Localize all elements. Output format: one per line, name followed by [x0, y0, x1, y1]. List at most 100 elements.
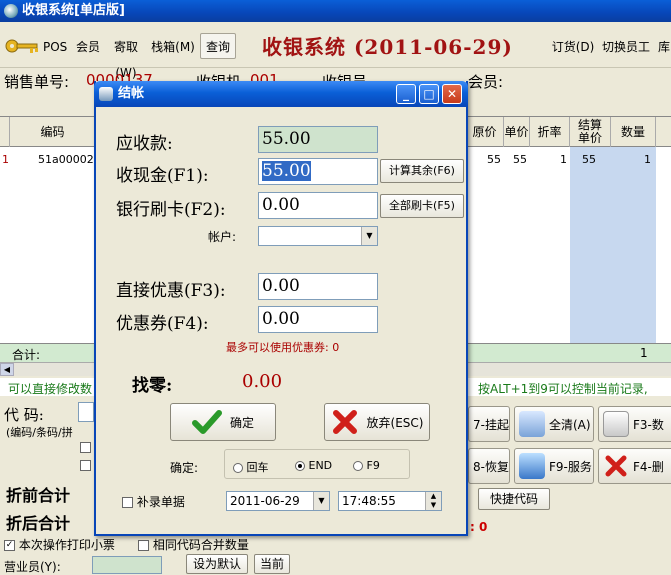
member-button[interactable]: 会员 — [73, 33, 103, 59]
all-card-button[interactable]: 全部刷卡(F5) — [380, 194, 464, 218]
direct-discount-field[interactable]: 0.00 — [258, 273, 378, 300]
radio-f9[interactable] — [353, 461, 363, 471]
member-label: 会员: — [468, 73, 504, 91]
date-value: 2011-06-29 — [230, 494, 300, 508]
clear-icon — [519, 411, 545, 437]
quick-code-button[interactable]: 快捷代码 — [478, 488, 550, 510]
document-icon — [603, 411, 629, 437]
radio-enter[interactable] — [233, 463, 243, 473]
switch-staff-button[interactable]: 切换员工 — [598, 33, 654, 59]
spinner-icon[interactable]: ▲ ▼ — [425, 492, 441, 510]
merge-qty-checkbox[interactable] — [138, 540, 149, 551]
chevron-down-icon[interactable]: ▼ — [361, 227, 377, 245]
option-checkbox-2[interactable] — [80, 460, 91, 471]
scroll-left-icon[interactable]: ◀ — [0, 363, 14, 376]
selected-column-settle — [570, 147, 611, 347]
option-checkbox-1[interactable] — [80, 442, 91, 453]
cell-settle-price[interactable]: 55 — [570, 153, 611, 169]
print-receipt-label: 本次操作打印小票 — [18, 538, 115, 552]
time-spinner[interactable]: 17:48:55 ▲ ▼ — [338, 491, 442, 511]
red-zero-value: : 0 — [470, 520, 488, 534]
pos-button[interactable]: POS — [42, 33, 68, 59]
print-receipt-checkbox[interactable]: ✓ — [4, 540, 15, 551]
main-title-bar: 收银系统[单店版] — [0, 0, 671, 22]
hang-button[interactable]: 7-挂起 — [468, 406, 510, 442]
print-receipt-option[interactable]: ✓ 本次操作打印小票 — [4, 536, 115, 553]
dialog-title: 结帐 — [118, 86, 145, 101]
toolbar: POS 会员 寄取(W) 栈箱(M) 查询 收银系统 (2011-06-29) … — [0, 22, 671, 80]
backfill-label: 补录单据 — [136, 495, 185, 509]
selected-column-quantity — [611, 147, 656, 347]
merge-qty-option[interactable]: 相同代码合并数量 — [138, 536, 249, 553]
minimize-icon[interactable]: _ — [396, 84, 416, 104]
cash-label: 收现金(F1): — [116, 166, 209, 186]
stock-button[interactable]: 库存 — [654, 33, 671, 59]
backfill-checkbox[interactable] — [122, 497, 133, 508]
maximize-icon[interactable]: □ — [419, 84, 439, 104]
receivable-field: 55.00 — [258, 126, 378, 153]
page-title: 收银系统 (2011-06-29) — [262, 35, 513, 59]
cancel-button[interactable]: 放弃(ESC) — [324, 403, 430, 441]
set-default-button[interactable]: 设为默认 — [186, 554, 248, 574]
col-quantity: 数量 — [611, 117, 656, 147]
time-value: 17:48:55 — [342, 494, 396, 508]
calendar-dropdown-icon[interactable]: ▼ — [313, 492, 329, 510]
coupon-label: 优惠券(F4): — [116, 314, 209, 334]
cell-original-price[interactable]: 55 — [466, 153, 504, 169]
query-button[interactable]: 查询 — [200, 33, 236, 59]
delete-icon — [605, 455, 627, 477]
app-icon — [4, 4, 18, 18]
total-quantity: 1 — [640, 346, 648, 360]
row-marker: 1 — [2, 153, 9, 166]
f3-button[interactable]: F3-数 — [598, 406, 671, 442]
calc-rest-button[interactable]: 计算其余(F6) — [380, 159, 464, 183]
total-label: 合计: — [12, 348, 41, 362]
opt-f9[interactable]: F9 — [353, 459, 380, 472]
account-label: 帐户: — [208, 230, 237, 244]
col-discount-rate: 折率 — [530, 117, 570, 147]
col-settle-price: 结算单价 — [570, 117, 611, 147]
account-select[interactable]: ▼ — [258, 226, 378, 246]
opt-end[interactable]: END — [295, 459, 332, 472]
checkout-dialog: 结帐 _ □ ✕ 应收款: 55.00 收现金(F1): 55.00 计算其余(… — [94, 81, 468, 536]
card-field[interactable]: 0.00 — [258, 192, 378, 219]
f9-service-button[interactable]: F9-服务 — [514, 448, 594, 484]
col-original-price: 原价 — [466, 117, 504, 147]
receivable-label: 应收款: — [116, 134, 173, 154]
merge-qty-label: 相同代码合并数量 — [152, 538, 249, 552]
order-button[interactable]: 订货(D) — [550, 33, 596, 59]
confirm-button[interactable]: 确定 — [170, 403, 276, 441]
backfill-option[interactable]: 补录单据 — [122, 493, 185, 510]
code-label: 代 码: — [4, 406, 44, 424]
opt-f9-label: F9 — [366, 459, 380, 472]
coupon-max-note: 最多可以使用优惠券: 0 — [226, 341, 340, 354]
close-icon[interactable]: ✕ — [442, 84, 462, 104]
clear-label: 全清(A) — [549, 417, 591, 432]
current-button[interactable]: 当前 — [254, 554, 290, 574]
key-icon[interactable] — [4, 35, 40, 57]
coupon-field[interactable]: 0.00 — [258, 306, 378, 333]
cell-code[interactable]: 51a00002 — [38, 153, 97, 169]
col-unit-price: 单价 — [504, 117, 530, 147]
dialog-title-bar[interactable]: 结帐 _ □ ✕ — [94, 81, 468, 107]
cash-field[interactable]: 55.00 — [258, 158, 378, 185]
direct-discount-label: 直接优惠(F3): — [116, 281, 226, 301]
stack-button[interactable]: 栈箱(M) — [149, 33, 197, 59]
f4-delete-button[interactable]: F4-删 — [598, 448, 671, 484]
col-code: 编码 — [10, 117, 96, 147]
cash-value: 55.00 — [262, 161, 311, 181]
radio-end[interactable] — [295, 461, 305, 471]
dialog-app-icon — [99, 87, 113, 101]
opt-enter[interactable]: 回车 — [233, 459, 269, 475]
hint-left: 可以直接修改数 — [8, 382, 93, 396]
salesperson-input[interactable] — [92, 556, 162, 574]
clear-all-button[interactable]: 全清(A) — [514, 406, 594, 442]
date-picker[interactable]: 2011-06-29 ▼ — [226, 491, 330, 511]
register-button[interactable]: 寄取(W) — [104, 33, 148, 80]
code-input[interactable] — [78, 402, 94, 422]
cell-unit-price[interactable]: 55 — [504, 153, 530, 169]
cell-quantity[interactable]: 1 — [611, 153, 654, 169]
cell-discount-rate[interactable]: 1 — [530, 153, 570, 169]
confirm-key-group: 回车 END F9 — [224, 449, 410, 479]
restore-button[interactable]: 8-恢复 — [468, 448, 510, 484]
